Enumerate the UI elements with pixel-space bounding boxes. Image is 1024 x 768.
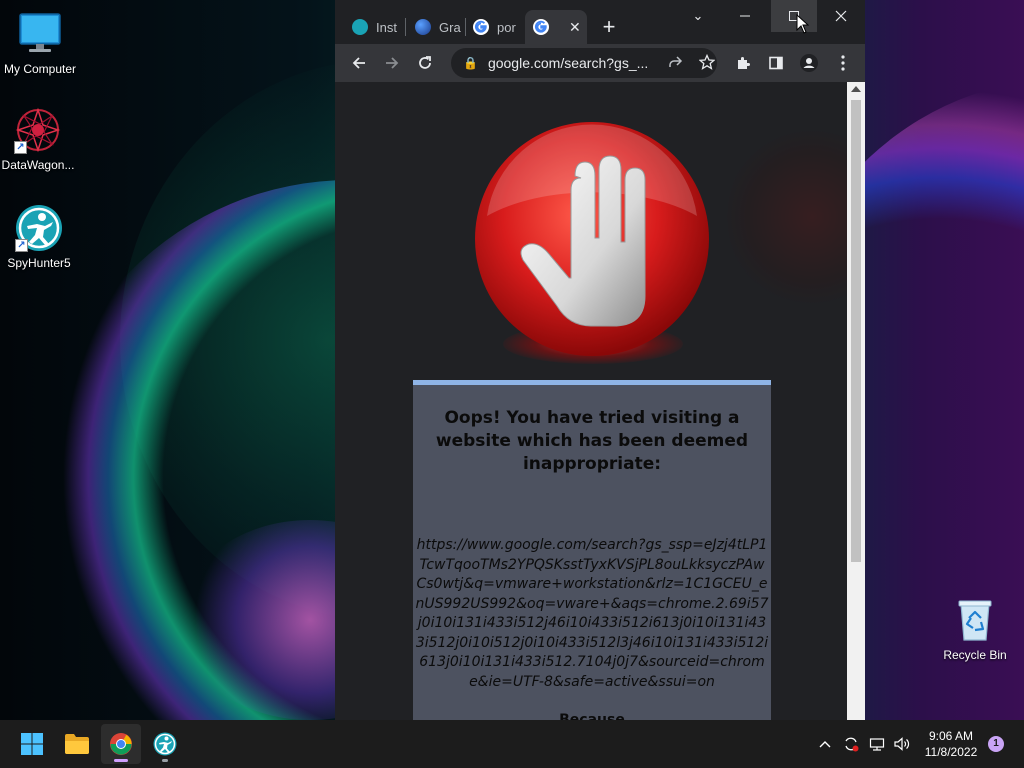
chrome-logo-icon <box>110 733 132 755</box>
chrome-taskbar-button[interactable] <box>101 724 141 764</box>
chrome-browser-window: Inst Gra por ✕ + ⌄ 🔒 google.com/search?g… <box>335 0 865 720</box>
recycle-bin-icon <box>951 596 999 644</box>
forward-button[interactable] <box>380 51 404 75</box>
desktop-icon-label: SpyHunter5 <box>7 256 71 270</box>
notification-badge[interactable]: 1 <box>988 736 1004 752</box>
datawagon-logo-icon: ↗ <box>14 106 62 154</box>
desktop-icon-spyhunter[interactable]: ↗ SpyHunter5 <box>0 204 79 270</box>
tab-label: por <box>497 19 516 35</box>
spyhunter-taskbar-button[interactable] <box>145 724 185 764</box>
minimize-button[interactable] <box>722 0 768 32</box>
start-button[interactable] <box>12 724 52 764</box>
file-explorer-button[interactable] <box>57 724 97 764</box>
page-scrollbar[interactable] <box>847 82 865 720</box>
volume-icon[interactable] <box>890 720 914 768</box>
block-message-panel: Oops! You have tried visiting a website … <box>413 380 771 720</box>
browser-toolbar: 🔒 google.com/search?gs_... <box>335 44 865 82</box>
bookmark-star-icon[interactable] <box>698 53 716 73</box>
monitor-icon <box>16 10 64 58</box>
spyhunter-logo-icon: ↗ <box>15 204 63 252</box>
stop-hand-icon <box>473 120 711 358</box>
tab-active-google[interactable]: ✕ <box>525 10 587 44</box>
spyhunter-favicon-icon <box>352 19 368 35</box>
reload-button[interactable] <box>413 51 437 75</box>
page-content: Oops! You have tried visiting a website … <box>335 82 847 720</box>
mouse-cursor-icon <box>796 13 810 34</box>
share-icon[interactable] <box>667 54 683 73</box>
because-text: Because <box>559 712 625 720</box>
block-heading: Oops! You have tried visiting a website … <box>435 408 749 474</box>
network-icon[interactable] <box>866 720 888 768</box>
side-panel-icon[interactable] <box>764 51 788 75</box>
desktop-icon-datawagon[interactable]: ↗ DataWagon... <box>0 106 78 172</box>
active-app-indicator <box>114 759 128 762</box>
google-favicon-icon <box>473 19 489 35</box>
tab-label: Inst <box>376 19 397 35</box>
tab-label: Gra <box>439 19 461 35</box>
more-menu-icon[interactable] <box>831 51 855 75</box>
tab-gra[interactable]: Gra <box>407 10 465 44</box>
profile-avatar-icon[interactable] <box>797 51 821 75</box>
desktop-icon-label: DataWagon... <box>1 158 75 172</box>
clock-time: 9:06 AM <box>928 729 974 743</box>
taskbar: 9:06 AM 11/8/2022 <box>0 720 1024 768</box>
shortcut-arrow-icon: ↗ <box>15 239 28 252</box>
close-window-button[interactable] <box>818 0 864 32</box>
desktop-icon-my-computer[interactable]: My Computer <box>0 10 80 76</box>
spyhunter-logo-icon <box>153 732 177 756</box>
folder-icon <box>65 734 89 754</box>
back-button[interactable] <box>347 51 371 75</box>
windows-logo-icon <box>21 733 43 755</box>
faded-stop-sign-icon <box>727 122 847 312</box>
tab-search-chevron-icon[interactable]: ⌄ <box>675 0 721 32</box>
desktop-icon-recycle-bin[interactable]: Recycle Bin <box>935 596 1015 662</box>
scroll-up-arrow-icon[interactable] <box>851 86 861 92</box>
scrollbar-thumb[interactable] <box>851 100 861 562</box>
clock-date: 11/8/2022 <box>924 745 978 759</box>
shortcut-arrow-icon: ↗ <box>14 141 27 154</box>
loading-favicon-icon <box>415 19 431 35</box>
new-tab-button[interactable]: + <box>597 10 621 44</box>
tab-spyhunter-install[interactable]: Inst <box>345 10 405 44</box>
tab-por[interactable]: por <box>467 10 523 44</box>
desktop-icon-label: Recycle Bin <box>943 648 1007 662</box>
lock-icon: 🔒 <box>463 56 478 70</box>
show-hidden-icons-chevron-icon[interactable] <box>814 720 836 768</box>
running-app-indicator <box>162 759 168 762</box>
extensions-puzzle-icon[interactable] <box>731 51 755 75</box>
address-url: google.com/search?gs_... <box>487 55 649 71</box>
system-clock[interactable]: 9:06 AM 11/8/2022 <box>918 728 984 760</box>
maximize-button[interactable] <box>771 0 817 32</box>
tab-strip: Inst Gra por ✕ + ⌄ <box>335 0 865 46</box>
close-tab-icon[interactable]: ✕ <box>569 19 581 36</box>
blocked-url-text: https://www.google.com/search?gs_ssp=eJz… <box>415 537 769 690</box>
google-favicon-icon <box>533 19 549 35</box>
sync-status-icon[interactable] <box>840 720 862 768</box>
address-bar[interactable]: 🔒 google.com/search?gs_... <box>451 48 717 78</box>
desktop-icon-label: My Computer <box>3 62 77 76</box>
